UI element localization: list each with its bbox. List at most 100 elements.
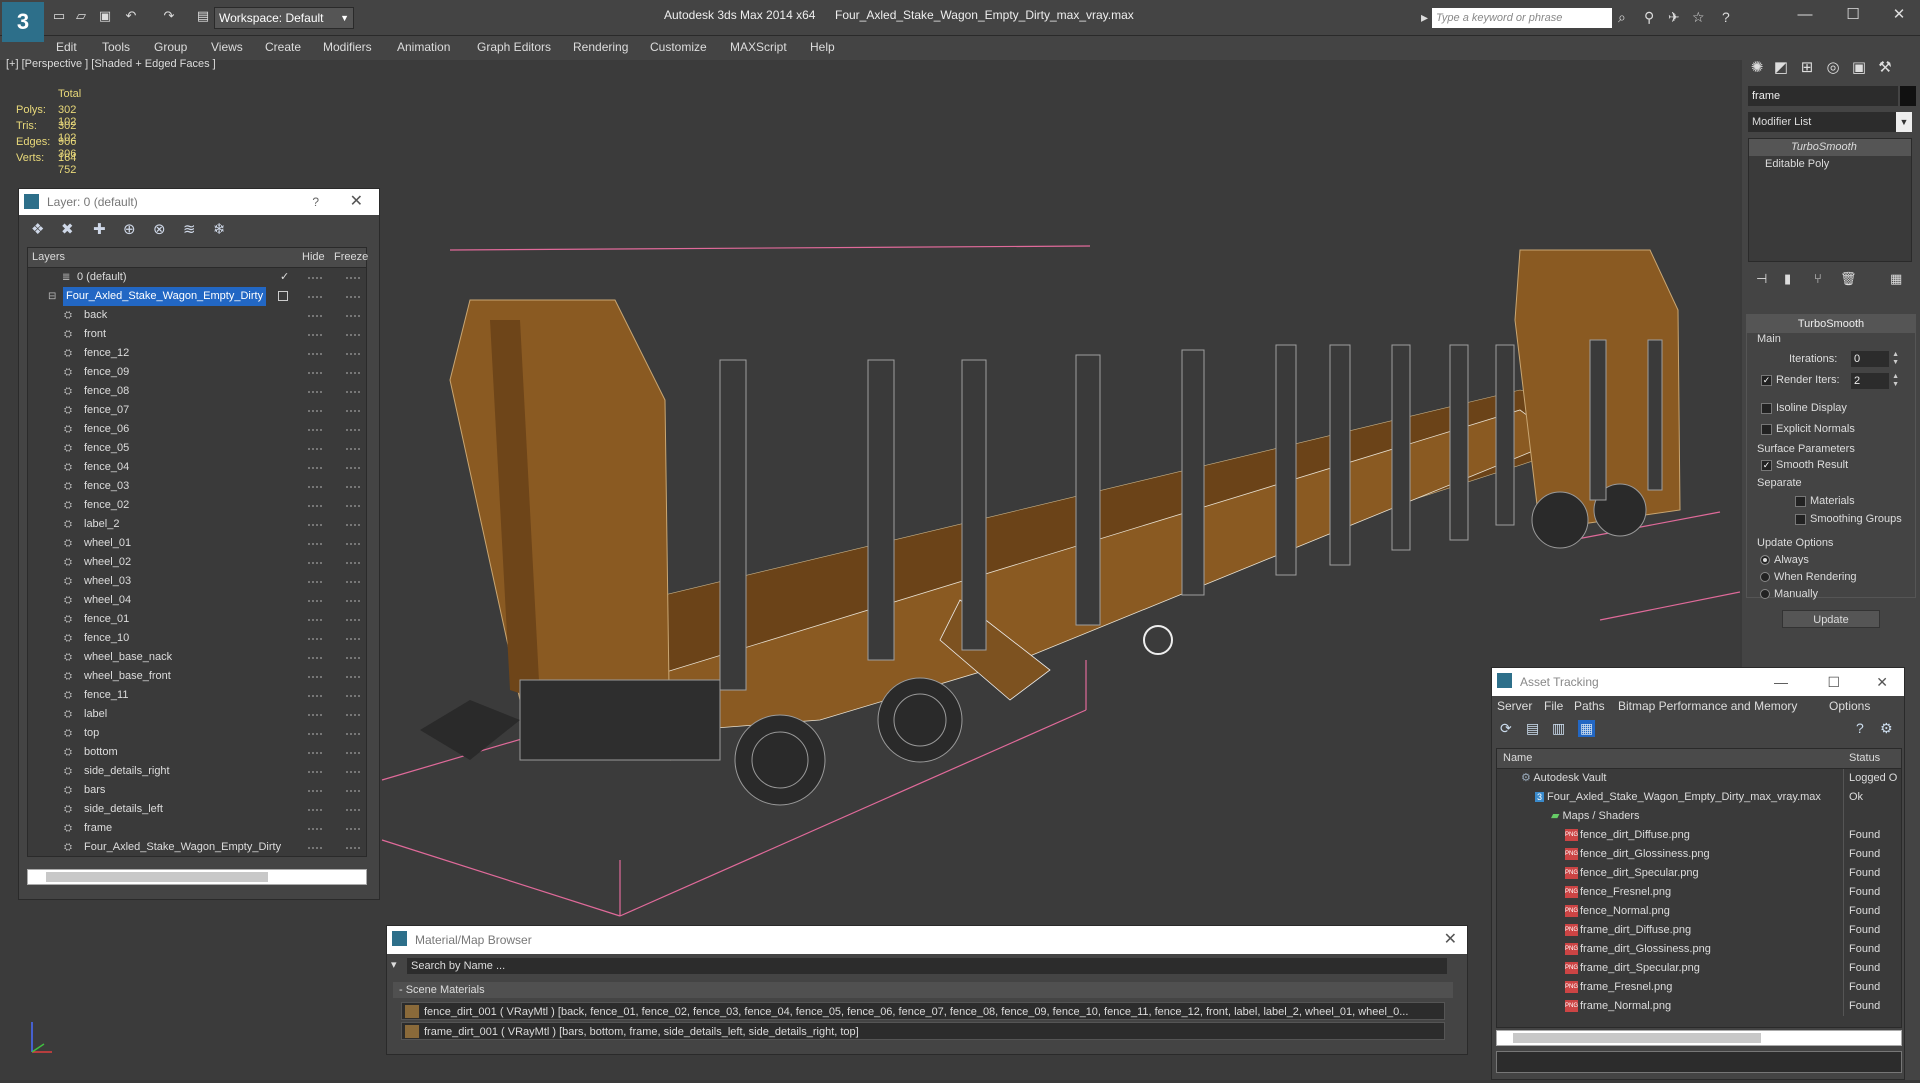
column-name[interactable]: Name [1503,752,1532,764]
minimize-icon[interactable]: — [1790,4,1820,26]
make-current-icon[interactable] [278,291,288,301]
freeze-toggle[interactable] [346,581,360,583]
menu-graph-editors[interactable]: Graph Editors [477,40,551,54]
explicit-normals-checkbox[interactable]: Explicit Normals [1761,423,1855,435]
hide-toggle[interactable] [308,828,322,830]
close-icon[interactable]: ✕ [350,189,363,215]
asset-row[interactable]: PNG frame_Fresnel.png Found [1497,978,1901,997]
make-unique-icon[interactable]: ⑂ [1814,271,1822,286]
asset-row[interactable]: PNG frame_dirt_Specular.png Found [1497,959,1901,978]
render-iters-spinner[interactable]: 2 ▲ ▼ [1851,373,1899,389]
configure-sets-icon[interactable]: ▦ [1890,271,1902,287]
hide-toggle[interactable] [308,543,322,545]
freeze-toggle[interactable] [346,638,360,640]
freeze-toggle[interactable] [346,543,360,545]
open-file-icon[interactable]: ▱ [72,8,90,24]
hierarchy-tab-icon[interactable]: ⊞ [1796,58,1818,78]
asset-row[interactable]: PNG fence_dirt_Glossiness.png Found [1497,845,1901,864]
hide-toggle[interactable] [308,809,322,811]
freeze-toggle[interactable] [346,391,360,393]
scene-materials-section[interactable]: - Scene Materials [393,982,1453,998]
save-icon[interactable]: ▣ [96,8,114,24]
hide-toggle[interactable] [308,448,322,450]
layer-object-row[interactable]: ⛭ fence_04 [28,458,366,477]
horizontal-scrollbar[interactable] [27,869,367,885]
freeze-toggle[interactable] [346,619,360,621]
table-view-icon[interactable]: ▦ [1578,720,1596,737]
hide-toggle[interactable] [308,619,322,621]
menu-customize[interactable]: Customize [650,40,707,54]
freeze-toggle[interactable] [346,714,360,716]
update-button[interactable]: Update [1782,610,1880,628]
layer-object-row[interactable]: ⛭ label [28,705,366,724]
settings-icon[interactable]: ⚙ [1880,720,1893,737]
help-icon[interactable]: ? [1722,9,1730,25]
hide-toggle[interactable] [308,676,322,678]
layer-object-row[interactable]: ⛭ fence_01 [28,610,366,629]
horizontal-scrollbar[interactable] [1496,1030,1902,1046]
asset-menu-options[interactable]: Options [1829,699,1870,713]
help-icon[interactable]: ? [312,189,319,215]
render-iters-checkbox[interactable]: ✓ Render Iters: [1761,374,1840,386]
scrollbar-thumb[interactable] [1513,1033,1761,1043]
layer-object-row[interactable]: ⛭ back [28,306,366,325]
layer-object-row[interactable]: ⛭ fence_08 [28,382,366,401]
modifier-list-dropdown[interactable]: Modifier List ▼ [1748,112,1912,132]
layer-object-row[interactable]: ⛭ Four_Axled_Stake_Wagon_Empty_Dirty [28,838,366,857]
asset-row[interactable]: PNG frame_Normal.png Found [1497,997,1901,1016]
layer-object-row[interactable]: ⛭ wheel_base_nack [28,648,366,667]
layer-list[interactable]: Layers Hide Freeze ≣ 0 (default) ✓ ⊟ Four_Ax… [27,247,368,857]
binoculars-icon[interactable]: ⌕ [1618,9,1626,26]
freeze-toggle[interactable] [346,505,360,507]
scrollbar-thumb[interactable] [46,872,268,882]
project-folder-icon[interactable]: ▤ [194,8,212,24]
maximize-icon[interactable]: ☐ [1827,668,1840,696]
asset-window-titlebar[interactable]: Asset Tracking — ☐ ✕ [1492,668,1904,696]
menu-create[interactable]: Create [265,40,301,54]
hide-toggle[interactable] [308,752,322,754]
undo-icon[interactable]: ↶ [122,8,140,24]
radio-when-rendering[interactable]: When Rendering [1760,571,1857,583]
subscription-icon[interactable]: ⚲ [1644,9,1654,26]
asset-row[interactable]: PNG fence_dirt_Diffuse.png Found [1497,826,1901,845]
app-logo-icon[interactable]: 3 [2,2,44,42]
asset-menu-file[interactable]: File [1544,699,1563,713]
redo-icon[interactable]: ↷ [160,8,178,24]
asset-menu-server[interactable]: Server [1497,699,1532,713]
layer-object-row[interactable]: ⛭ fence_10 [28,629,366,648]
freeze-toggle[interactable] [346,771,360,773]
menu-help[interactable]: Help [810,40,835,54]
create-tab-icon[interactable]: ✺ [1746,58,1768,78]
freeze-toggle[interactable] [346,467,360,469]
hide-toggle[interactable] [308,429,322,431]
highlight-layer-icon[interactable]: ⊗ [153,220,166,238]
radio-always[interactable]: Always [1760,554,1809,566]
hide-toggle[interactable] [308,486,322,488]
hide-toggle[interactable] [308,600,322,602]
workspace-dropdown[interactable]: Workspace: Default ▼ [214,7,354,29]
freeze-all-icon[interactable]: ❄ [213,220,226,238]
delete-layer-icon[interactable]: ✖ [61,220,74,238]
expand-icon[interactable]: ▸ [1421,9,1428,26]
menu-edit[interactable]: Edit [56,40,77,54]
maximize-icon[interactable]: ☐ [1838,4,1868,26]
layer-object-row[interactable]: ⛭ fence_07 [28,401,366,420]
menu-group[interactable]: Group [154,40,187,54]
asset-table[interactable]: Name Status ⚙ Autodesk Vault Logged O 3 Fou… [1496,748,1902,1028]
layer-object-row[interactable]: ⛭ side_details_right [28,762,366,781]
layer-object-row[interactable]: ⛭ wheel_base_front [28,667,366,686]
layer-object-row[interactable]: ⛭ fence_12 [28,344,366,363]
freeze-toggle[interactable] [346,486,360,488]
freeze-toggle[interactable] [346,847,360,849]
menu-modifiers[interactable]: Modifiers [323,40,372,54]
smoothing-groups-checkbox[interactable]: Smoothing Groups [1795,513,1902,525]
menu-animation[interactable]: Animation [397,40,450,54]
freeze-toggle[interactable] [346,695,360,697]
new-file-icon[interactable]: ▭ [50,8,68,24]
freeze-toggle[interactable] [346,410,360,412]
asset-path-field[interactable] [1496,1051,1902,1073]
layer-object-row[interactable]: ⛭ fence_09 [28,363,366,382]
menu-tools[interactable]: Tools [102,40,130,54]
add-to-layer-icon[interactable]: ✚ [93,220,106,238]
select-in-layer-icon[interactable]: ⊕ [123,220,136,238]
